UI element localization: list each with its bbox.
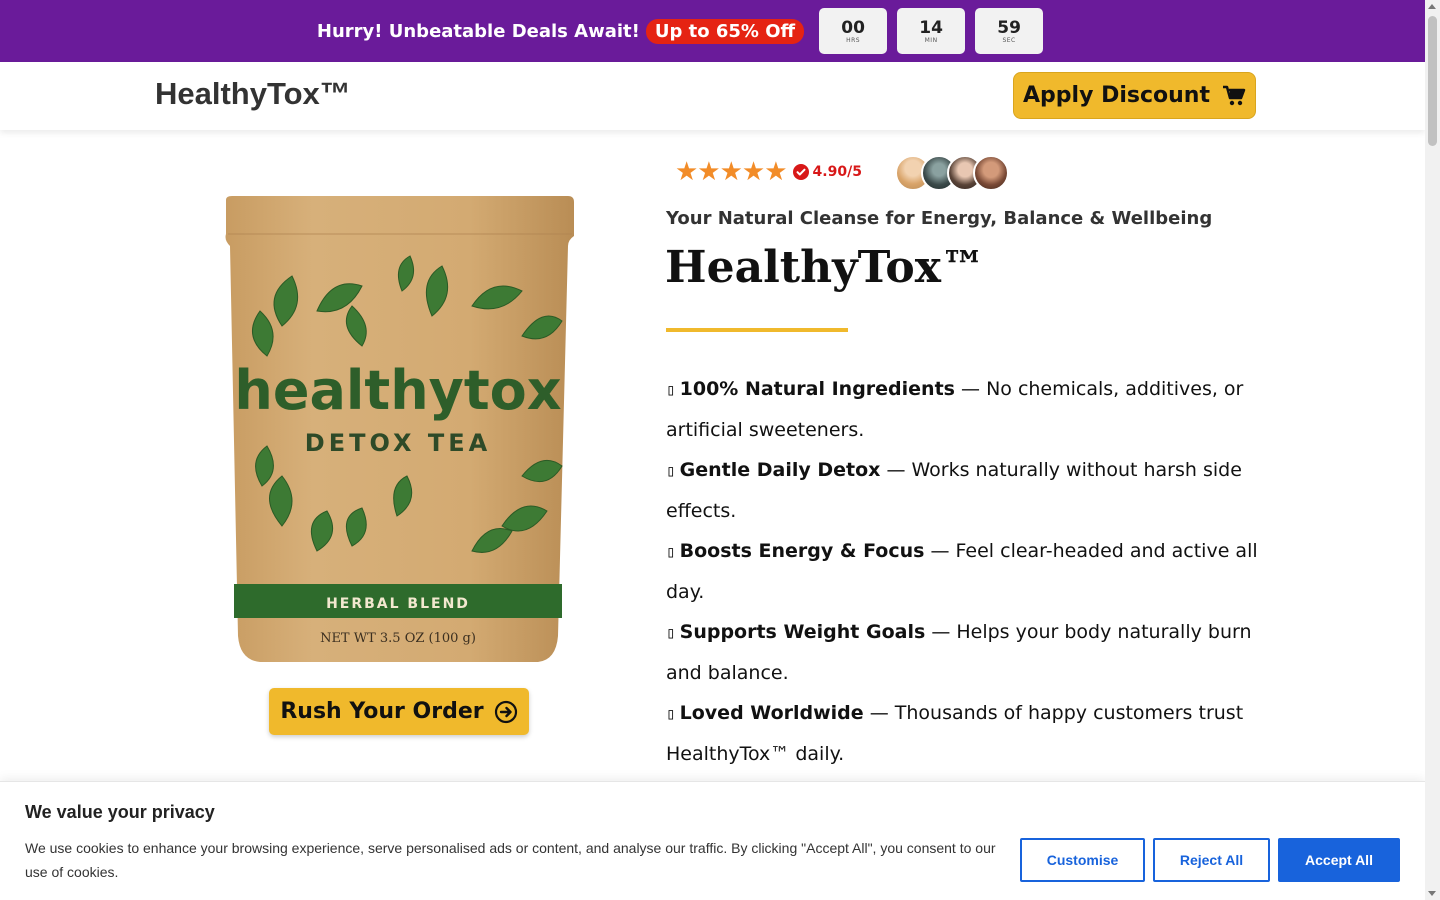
benefit-bullet: ▯ [666,380,676,399]
site-logo[interactable]: HealthyTox™ [155,76,351,112]
arrow-circle-right-icon [494,700,517,723]
product-title: HealthyTox™ [665,242,985,293]
customer-avatars [895,155,1009,191]
cookie-title: We value your privacy [25,802,215,822]
title-divider [666,328,848,332]
benefit-item: ▯ Loved Worldwide — Thousands of happy cu… [666,693,1266,774]
benefit-item: ▯ Gentle Daily Detox — Works naturally wi… [666,450,1266,531]
star-rating: ★★★★★ [675,157,788,187]
pouch-band-text: HERBAL BLEND [326,596,470,612]
timer-minutes-value: 14 [919,17,943,38]
scrollbar-thumb[interactable] [1428,16,1437,146]
customise-button[interactable]: Customise [1020,838,1145,882]
rush-order-button[interactable]: Rush Your Order [269,688,529,735]
discount-badge: Up to 65% Off [645,18,805,44]
cookie-consent-banner: We value your privacy We use cookies to … [0,781,1425,900]
product-tagline: Your Natural Cleanse for Energy, Balance… [666,208,1213,229]
site-header: HealthyTox™ Apply Discount [0,62,1425,130]
benefit-item: ▯ Boosts Energy & Focus — Feel clear-head… [666,531,1266,612]
timer-hours: 00 HRS [819,8,888,54]
benefit-item: ▯ Supports Weight Goals — Helps your body… [666,612,1266,693]
timer-hours-unit: HRS [846,36,861,44]
product-image: healthytox DETOX TEA HERBAL BLEND NET WT… [222,196,578,666]
benefits-list: ▯ 100% Natural Ingredients — No chemicals… [666,369,1266,774]
benefit-bullet: ▯ [666,461,676,480]
timer-minutes: 14 MIN [897,8,966,54]
promo-text: Hurry! Unbeatable Deals Await! [316,20,640,42]
promo-bar: Hurry! Unbeatable Deals Await! Up to 65%… [0,0,1425,62]
benefit-title: Gentle Daily Detox [679,459,881,481]
scroll-up-arrow-icon[interactable] [1428,4,1436,9]
benefit-title: Loved Worldwide [679,702,864,724]
accept-all-button[interactable]: Accept All [1278,838,1400,882]
apply-discount-label: Apply Discount [1023,83,1210,108]
verified-check-icon [792,164,809,180]
page-scrollbar[interactable] [1425,0,1440,900]
rating-row: ★★★★★ 4.90/5 [675,156,862,188]
timer-minutes-unit: MIN [924,36,938,44]
benefit-item: ▯ 100% Natural Ingredients — No chemicals… [666,369,1266,450]
rating-score: 4.90/5 [812,164,862,180]
pouch-weight: NET WT 3.5 OZ (100 g) [320,631,476,646]
benefit-title: Boosts Energy & Focus [679,540,925,562]
cart-icon [1222,85,1246,105]
rush-order-label: Rush Your Order [280,699,484,724]
benefit-bullet: ▯ [666,542,676,561]
cookie-text: We use cookies to enhance your browsing … [25,840,996,880]
timer-seconds-unit: SEC [1002,36,1016,44]
timer-seconds: 59 SEC [975,8,1044,54]
pouch-subtitle: DETOX TEA [305,429,491,457]
avatar [973,155,1009,191]
scroll-down-arrow-icon[interactable] [1428,891,1436,896]
benefit-title: Supports Weight Goals [679,621,926,643]
benefit-bullet: ▯ [666,704,676,723]
reject-all-button[interactable]: Reject All [1153,838,1270,882]
timer-seconds-value: 59 [997,17,1021,38]
benefit-bullet: ▯ [666,623,676,642]
apply-discount-button[interactable]: Apply Discount [1013,72,1256,119]
benefit-title: 100% Natural Ingredients [679,378,955,400]
pouch-brand: healthytox [234,359,561,422]
timer-hours-value: 00 [841,17,865,38]
tea-pouch-illustration: healthytox DETOX TEA HERBAL BLEND NET WT… [225,196,574,662]
